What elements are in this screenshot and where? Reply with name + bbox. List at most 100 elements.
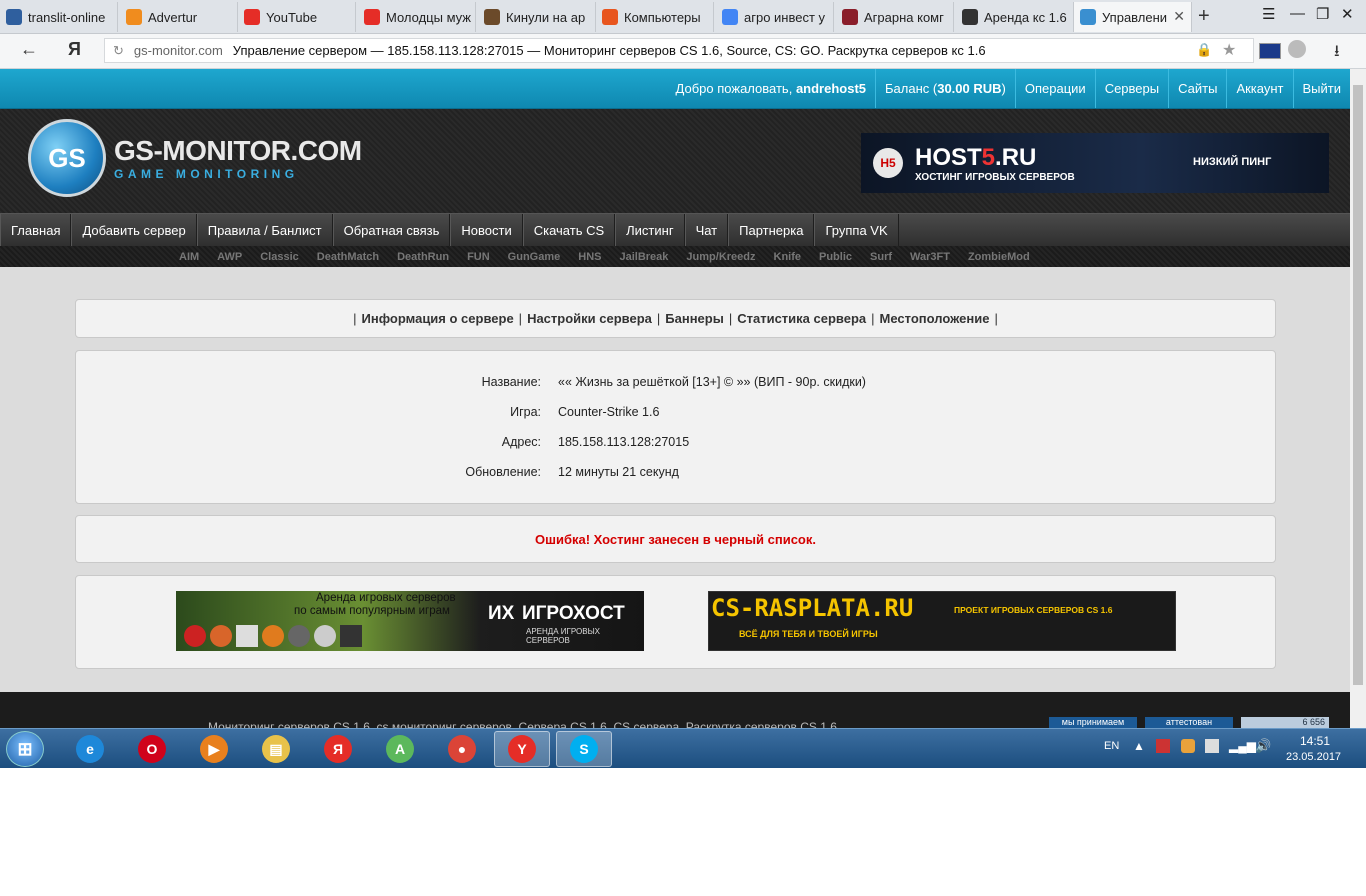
main-nav-item[interactable]: Обратная связь (332, 214, 451, 246)
taskbar-app[interactable]: e (62, 731, 118, 767)
browser-tab[interactable]: Молодцы муж (358, 2, 476, 32)
category-nav-item[interactable]: ZombieMod (968, 251, 1030, 263)
browser-tab[interactable]: Компьютеры (596, 2, 714, 32)
main-nav-item[interactable]: Группа VK (814, 214, 899, 246)
tray-device-icon[interactable] (1205, 739, 1219, 753)
browser-tab[interactable]: агро инвест у (716, 2, 834, 32)
username[interactable]: andrehost5 (796, 81, 866, 96)
scrollbar-thumb[interactable] (1353, 85, 1363, 685)
page-scrollbar[interactable] (1350, 69, 1366, 728)
userbar-link-servers[interactable]: Серверы (1094, 69, 1168, 108)
server-link[interactable]: Настройки сервера (527, 311, 652, 326)
browser-tab-label: агро инвест у (744, 9, 826, 25)
userbar-link-operations[interactable]: Операции (1014, 69, 1095, 108)
main-nav-item[interactable]: Чат (684, 214, 729, 246)
category-nav-item[interactable]: JailBreak (619, 251, 668, 263)
welcome-text: Добро пожаловать, andrehost5 (667, 69, 875, 108)
download-icon[interactable]: ⭳ (1334, 40, 1340, 67)
host5-title-b: 5 (981, 143, 996, 171)
network-icon[interactable]: ▂▄▆ (1229, 739, 1256, 753)
taskbar-app[interactable]: O (124, 731, 180, 767)
category-nav-item[interactable]: HNS (578, 251, 601, 263)
footer-badge-certified[interactable]: аттестован (1145, 717, 1233, 728)
category-nav-item[interactable]: Surf (870, 251, 892, 263)
minimize-icon[interactable]: — (1290, 5, 1305, 22)
browser-tab[interactable]: Аграрна комг (836, 2, 954, 32)
server-link[interactable]: Информация о сервере (362, 311, 514, 326)
tray-flag-icon[interactable] (1156, 739, 1170, 753)
category-nav-item[interactable]: FUN (467, 251, 490, 263)
taskbar-app[interactable]: A (372, 731, 428, 767)
globe-icon[interactable] (1288, 40, 1306, 58)
taskbar-app[interactable]: Я (310, 731, 366, 767)
browser-tab[interactable]: Управлени ✕ (1074, 2, 1192, 32)
new-tab-button[interactable]: + (1198, 5, 1210, 28)
category-nav-item[interactable]: Knife (774, 251, 802, 263)
tray-app-icon[interactable] (1181, 739, 1195, 753)
main-nav-item[interactable]: Скачать CS (522, 214, 616, 246)
userbar-link-sites[interactable]: Сайты (1168, 69, 1226, 108)
windows-taskbar: ⊞ EN ▲ ▂▄▆ 🔊 14:51 23.05.2017 e O ▶ ▤ Я A ● Y S (0, 728, 1366, 769)
category-nav-item[interactable]: War3FT (910, 251, 950, 263)
main-nav-item[interactable]: Партнерка (728, 214, 815, 246)
main-nav-item[interactable]: Правила / Банлист (196, 214, 333, 246)
uk-flag-icon[interactable] (1259, 43, 1281, 59)
category-nav-item[interactable]: Jump/Kreedz (686, 251, 755, 263)
taskbar-app[interactable]: Y (494, 731, 550, 767)
browser-tab-label: Advertur (148, 9, 198, 25)
category-nav-item[interactable]: Classic (260, 251, 299, 263)
start-button[interactable]: ⊞ (6, 731, 44, 767)
yandex-logo[interactable]: Я (68, 39, 81, 60)
userbar-link-account[interactable]: Аккаунт (1226, 69, 1292, 108)
taskbar-app[interactable]: ▶ (186, 731, 242, 767)
clock-date[interactable]: 23.05.2017 (1286, 751, 1341, 763)
reload-icon[interactable]: ↻ (113, 43, 124, 59)
browser-tab[interactable]: Аренда кс 1.6 (956, 2, 1074, 32)
volume-icon[interactable]: 🔊 (1255, 738, 1271, 754)
category-nav-item[interactable]: Public (819, 251, 852, 263)
server-link[interactable]: Местоположение (880, 311, 990, 326)
tray-expand-icon[interactable]: ▲ (1133, 739, 1145, 753)
server-link[interactable]: Баннеры (665, 311, 724, 326)
clock-time[interactable]: 14:51 (1300, 734, 1330, 748)
header-ad-banner[interactable]: H5 HOST5.RU ХОСТИНГ ИГРОВЫХ СЕРВЕРОВ НИЗ… (861, 133, 1329, 193)
close-tab-icon[interactable]: ✕ (1173, 8, 1185, 25)
main-nav-item[interactable]: Листинг (615, 214, 685, 246)
bookmark-star-icon[interactable]: ★ (1222, 40, 1236, 60)
browser-tab[interactable]: Кинули на ар (478, 2, 596, 32)
category-nav-item[interactable]: DeathMatch (317, 251, 379, 263)
igrohost-banner[interactable]: Аренда игровых серверов по самым популяр… (176, 591, 644, 651)
igrohost-line1: Аренда игровых серверов (316, 592, 456, 604)
back-button[interactable]: ← (20, 39, 38, 60)
taskbar-app[interactable]: S (556, 731, 612, 767)
category-nav-item[interactable]: AWP (217, 251, 242, 263)
browser-tab[interactable]: Advertur (120, 2, 238, 32)
browser-tab-label: Кинули на ар (506, 9, 586, 25)
main-nav-item[interactable]: Добавить сервер (71, 214, 197, 246)
menu-icon[interactable]: ☰ (1262, 5, 1275, 23)
footer-counter[interactable]: 6 656 (1241, 717, 1329, 728)
youtube-icon (364, 9, 380, 25)
main-nav-item[interactable]: Новости (450, 214, 523, 246)
category-nav-item[interactable]: AIM (179, 251, 199, 263)
cs-rasplata-banner[interactable]: CS-RASPLATA.RU ПРОЕКТ ИГРОВЫХ СЕРВЕРОВ C… (708, 591, 1176, 651)
footer-badge-payment[interactable]: мы принимаем (1049, 717, 1137, 728)
person-icon (484, 9, 500, 25)
taskbar-app[interactable]: ▤ (248, 731, 304, 767)
close-window-icon[interactable]: ✕ (1341, 5, 1354, 23)
site-logo[interactable]: GS GS-MONITOR.COM GAME MONITORING (28, 119, 362, 197)
browser-tab[interactable]: YouTube (238, 2, 356, 32)
main-nav-item[interactable]: Главная (0, 214, 72, 246)
balance[interactable]: Баланс (30.00 RUB) (875, 69, 1015, 108)
taskbar-app[interactable]: ● (434, 731, 490, 767)
category-nav-item[interactable]: GunGame (508, 251, 561, 263)
userbar-link-logout[interactable]: Выйти (1292, 69, 1351, 108)
language-indicator[interactable]: EN (1104, 740, 1119, 752)
category-nav-item[interactable]: DeathRun (397, 251, 449, 263)
maximize-icon[interactable]: ❐ (1316, 5, 1329, 23)
server-link[interactable]: Статистика сервера (737, 311, 866, 326)
lock-icon[interactable]: 🔒 (1196, 42, 1212, 58)
info-key: Название: (481, 375, 541, 389)
url-field[interactable]: ↻ gs-monitor.com Управление сервером — 1… (104, 38, 1254, 63)
browser-tab[interactable]: translit-online (0, 2, 118, 32)
